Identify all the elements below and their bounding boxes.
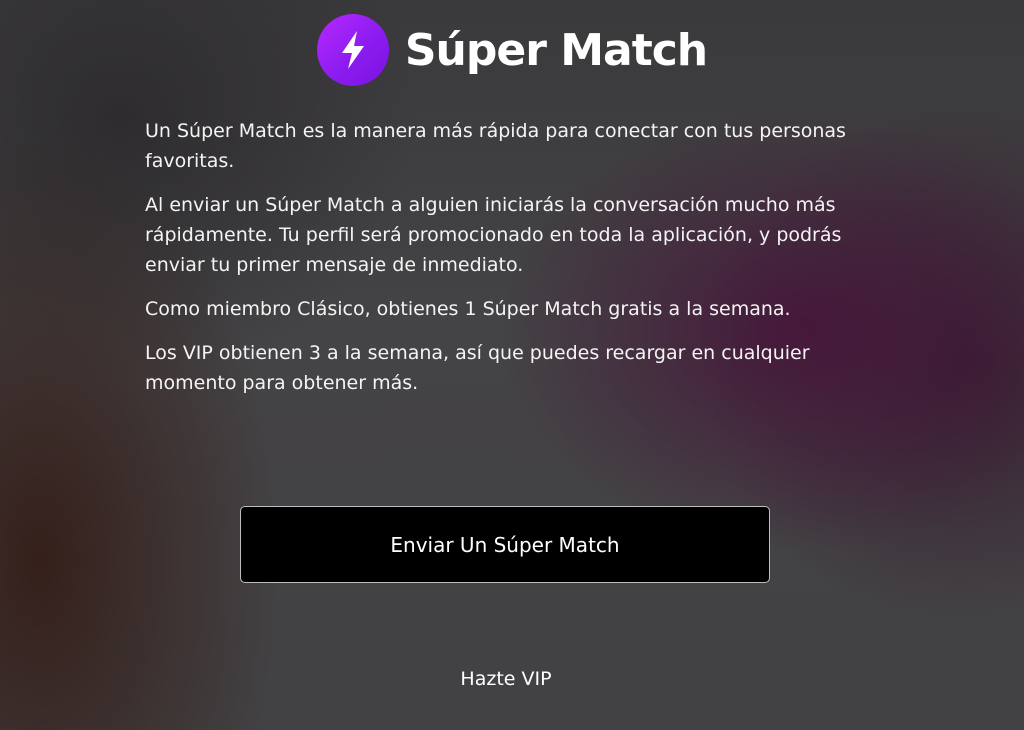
page-title: Súper Match [404,24,708,76]
description-paragraph: Al enviar un Súper Match a alguien inici… [145,194,842,276]
description-paragraph: Un Súper Match es la manera más rápida p… [145,120,846,172]
super-match-panel: Súper Match Un Súper Match es la manera … [0,0,1024,730]
header: Súper Match [0,14,1024,86]
description-paragraph: Los VIP obtienen 3 a la semana, así que … [145,342,810,394]
lightning-bolt-icon [316,14,389,86]
description-paragraph: Como miembro Clásico, obtienes 1 Súper M… [145,298,791,320]
send-super-match-button[interactable]: Enviar Un Súper Match [240,506,770,583]
description: Un Súper Match es la manera más rápida p… [145,116,880,412]
become-vip-link[interactable]: Hazte VIP [0,668,1012,690]
